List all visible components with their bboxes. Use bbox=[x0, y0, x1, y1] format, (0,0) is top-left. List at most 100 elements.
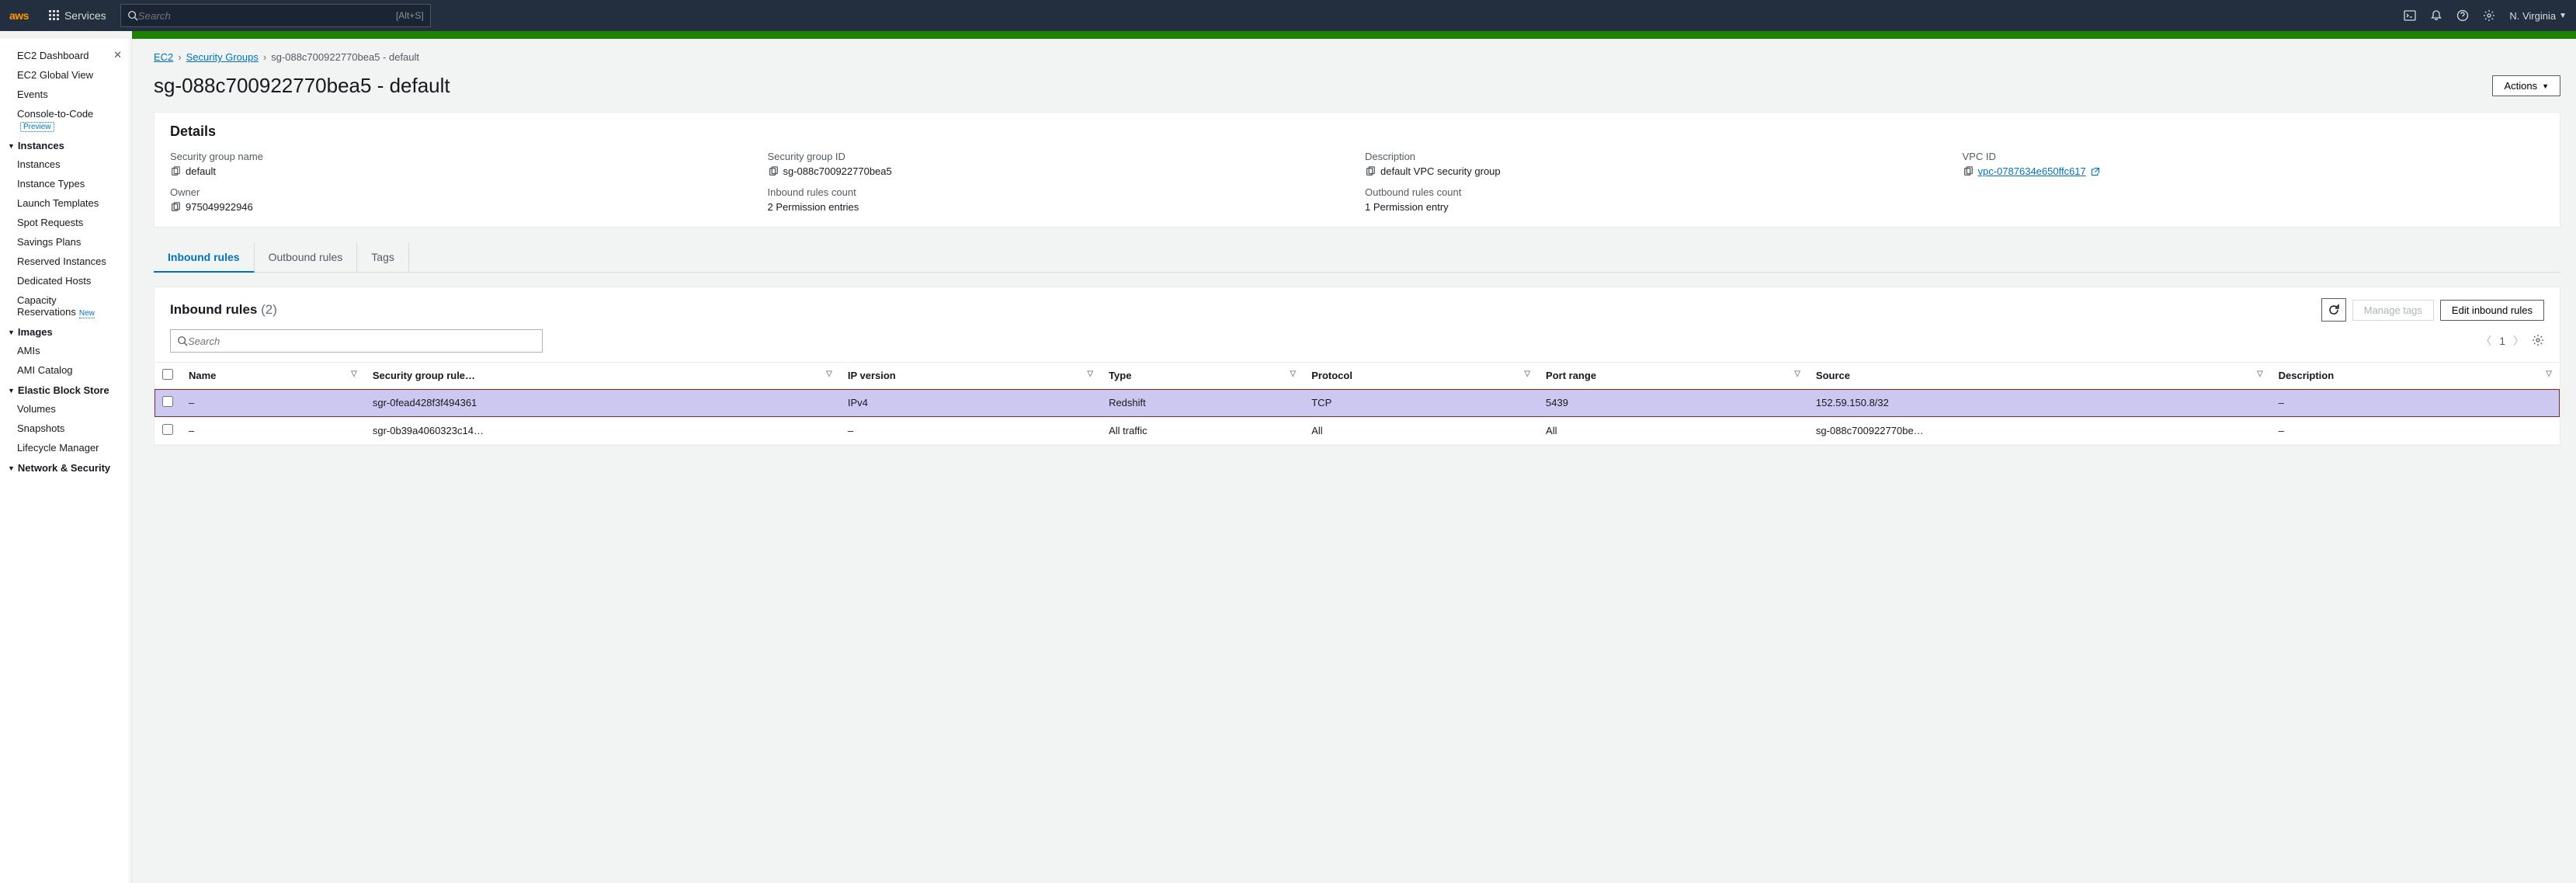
copy-icon[interactable] bbox=[1963, 166, 1974, 177]
copy-icon[interactable] bbox=[1365, 166, 1376, 177]
gear-icon bbox=[2532, 334, 2544, 346]
sidebar-section[interactable]: ▼Instances bbox=[0, 135, 131, 155]
services-label: Services bbox=[64, 9, 106, 22]
sidebar-item[interactable]: AMI Catalog bbox=[0, 360, 131, 380]
global-search[interactable]: [Alt+S] bbox=[120, 4, 431, 27]
detail-outbound-count: Outbound rules count 1 Permission entry bbox=[1365, 186, 1947, 213]
sort-icon[interactable]: ▽ bbox=[2546, 370, 2552, 378]
column-header[interactable]: Name▽ bbox=[181, 363, 365, 389]
cell-source: 152.59.150.8/32 bbox=[1808, 389, 2271, 417]
column-header[interactable]: Type▽ bbox=[1101, 363, 1304, 389]
prev-page-button[interactable]: 〈 bbox=[2481, 333, 2491, 349]
vpc-link[interactable]: vpc-0787634e650ffc617 bbox=[1978, 165, 2086, 177]
refresh-icon bbox=[2328, 304, 2340, 316]
tab-inbound[interactable]: Inbound rules bbox=[154, 243, 255, 273]
close-icon[interactable]: ✕ bbox=[113, 49, 122, 61]
sort-icon[interactable]: ▽ bbox=[826, 370, 832, 378]
cell-ip: IPv4 bbox=[840, 389, 1101, 417]
notification-bar bbox=[132, 31, 2576, 39]
sidebar-item[interactable]: Volumes bbox=[0, 399, 131, 419]
rules-search-input[interactable] bbox=[188, 335, 536, 347]
table-row[interactable]: –sgr-0b39a4060323c14…–All trafficAllAlls… bbox=[154, 417, 2560, 445]
cloudshell-icon[interactable] bbox=[2404, 9, 2416, 22]
row-checkbox[interactable] bbox=[162, 396, 173, 407]
column-header[interactable]: Security group rule…▽ bbox=[365, 363, 840, 389]
sidebar-item[interactable]: Launch Templates bbox=[0, 193, 131, 213]
sidebar-section-title: Network & Security bbox=[18, 462, 110, 474]
sort-icon[interactable]: ▽ bbox=[2257, 370, 2263, 378]
sort-icon[interactable]: ▽ bbox=[351, 370, 357, 378]
sidebar-item[interactable]: Instances bbox=[0, 155, 131, 174]
actions-button[interactable]: Actions ▼ bbox=[2492, 75, 2560, 96]
sidebar-item[interactable]: Spot Requests bbox=[0, 213, 131, 232]
cell-rule_id: sgr-0fead428f3f494361 bbox=[365, 389, 840, 417]
global-search-input[interactable] bbox=[138, 10, 396, 22]
services-grid-icon bbox=[49, 10, 60, 21]
sidebar-item-label: Instance Types bbox=[17, 178, 85, 189]
sidebar-item[interactable]: EC2 Global View bbox=[0, 65, 131, 85]
edit-inbound-rules-button[interactable]: Edit inbound rules bbox=[2440, 300, 2544, 321]
pager: 〈 1 〉 bbox=[2481, 333, 2544, 349]
refresh-button[interactable] bbox=[2321, 298, 2346, 322]
column-header[interactable]: Source▽ bbox=[1808, 363, 2271, 389]
notifications-icon[interactable] bbox=[2430, 9, 2442, 22]
sort-icon[interactable]: ▽ bbox=[1794, 370, 1800, 378]
sort-icon[interactable]: ▽ bbox=[1087, 370, 1093, 378]
copy-icon[interactable] bbox=[768, 166, 779, 177]
services-menu[interactable]: Services bbox=[41, 9, 114, 22]
sidebar-item-label: Capacity ReservationsNew bbox=[17, 294, 125, 318]
row-checkbox[interactable] bbox=[162, 424, 173, 435]
main-content: EC2›Security Groups›sg-088c700922770bea5… bbox=[132, 39, 2576, 883]
sidebar-item[interactable]: EC2 Dashboard✕ bbox=[0, 45, 131, 65]
copy-icon[interactable] bbox=[170, 166, 181, 177]
sidebar-section[interactable]: ▼Network & Security bbox=[0, 457, 131, 477]
sidebar-item[interactable]: Snapshots bbox=[0, 419, 131, 438]
tab-outbound[interactable]: Outbound rules bbox=[255, 243, 358, 272]
column-header[interactable]: Protocol▽ bbox=[1304, 363, 1538, 389]
sidebar-item[interactable]: Dedicated Hosts bbox=[0, 271, 131, 290]
column-header[interactable]: Port range▽ bbox=[1538, 363, 1808, 389]
cell-type: Redshift bbox=[1101, 389, 1304, 417]
external-link-icon bbox=[2091, 167, 2100, 176]
sidebar-section[interactable]: ▼Images bbox=[0, 322, 131, 341]
breadcrumb-item[interactable]: EC2 bbox=[154, 51, 173, 63]
table-row[interactable]: –sgr-0fead428f3f494361IPv4RedshiftTCP543… bbox=[154, 389, 2560, 417]
column-header[interactable]: IP version▽ bbox=[840, 363, 1101, 389]
sidebar-item[interactable]: Reserved Instances bbox=[0, 252, 131, 271]
sidebar-item[interactable]: Console-to-Code Preview bbox=[0, 104, 131, 135]
sidebar-item-label: Launch Templates bbox=[17, 197, 99, 209]
search-shortcut: [Alt+S] bbox=[396, 10, 424, 21]
table-settings-button[interactable] bbox=[2532, 334, 2544, 349]
sidebar-item[interactable]: Capacity ReservationsNew bbox=[0, 290, 131, 322]
sidebar-item-label: Savings Plans bbox=[17, 236, 81, 248]
cell-source: sg-088c700922770be… bbox=[1808, 417, 2271, 445]
breadcrumb-item[interactable]: Security Groups bbox=[186, 51, 259, 63]
select-all-checkbox[interactable] bbox=[162, 369, 173, 380]
next-page-button[interactable]: 〉 bbox=[2513, 333, 2524, 349]
aws-logo[interactable]: aws bbox=[9, 9, 29, 22]
cell-protocol: All bbox=[1304, 417, 1538, 445]
sort-icon[interactable]: ▽ bbox=[1290, 370, 1297, 378]
breadcrumb-separator: › bbox=[263, 51, 266, 63]
sidebar-item-label: Reserved Instances bbox=[17, 256, 106, 267]
sidebar-item[interactable]: Events bbox=[0, 85, 131, 104]
detail-owner: Owner 975049922946 bbox=[170, 186, 752, 213]
copy-icon[interactable] bbox=[170, 202, 181, 213]
sort-icon[interactable]: ▽ bbox=[1524, 370, 1530, 378]
sidebar-item-label: Lifecycle Manager bbox=[17, 442, 99, 454]
sidebar-item[interactable]: Savings Plans bbox=[0, 232, 131, 252]
sidebar-item[interactable]: AMIs bbox=[0, 341, 131, 360]
sidebar-item-label: Events bbox=[17, 89, 48, 100]
region-selector[interactable]: N. Virginia ▼ bbox=[2509, 10, 2567, 22]
column-header[interactable]: Description▽ bbox=[2271, 363, 2560, 389]
help-icon[interactable] bbox=[2456, 9, 2469, 22]
rules-search[interactable] bbox=[170, 329, 543, 353]
sidebar-item-label: Dedicated Hosts bbox=[17, 275, 91, 287]
details-header: Details bbox=[170, 123, 2544, 140]
settings-icon[interactable] bbox=[2483, 9, 2495, 22]
tab-tags[interactable]: Tags bbox=[357, 243, 409, 272]
sidebar-item-label: Snapshots bbox=[17, 422, 64, 434]
sidebar-item[interactable]: Instance Types bbox=[0, 174, 131, 193]
sidebar-section[interactable]: ▼Elastic Block Store bbox=[0, 380, 131, 399]
sidebar-item[interactable]: Lifecycle Manager bbox=[0, 438, 131, 457]
